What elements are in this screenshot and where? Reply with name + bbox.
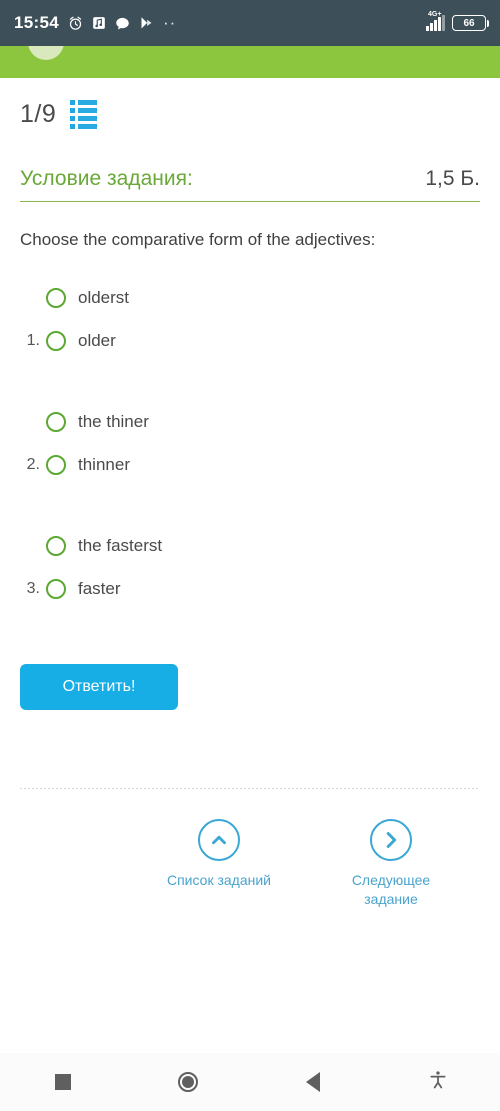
submit-answer-button[interactable]: Ответить!	[20, 664, 178, 710]
radio-button[interactable]	[46, 454, 66, 475]
question-text: Choose the comparative form of the adjec…	[20, 230, 376, 249]
accessibility-icon	[428, 1069, 448, 1096]
option-number: 1.	[26, 331, 40, 349]
chevron-up-circle-icon	[198, 819, 240, 861]
radio-button[interactable]	[46, 287, 66, 308]
option-label: faster	[78, 578, 121, 598]
option-number: 2.	[26, 455, 40, 473]
task-title: Условие задания:	[20, 167, 193, 190]
home-button[interactable]	[125, 1072, 250, 1092]
play-icon	[139, 16, 154, 31]
option-row[interactable]: the thiner	[20, 400, 480, 443]
avatar[interactable]	[28, 46, 64, 60]
option-label: the thiner	[78, 411, 149, 431]
status-bar: 15:54 ·· 4G+ 66	[0, 0, 500, 46]
radio-button[interactable]	[46, 330, 66, 351]
clock-time: 15:54	[14, 13, 59, 32]
recents-square-icon	[54, 1074, 71, 1090]
back-triangle-icon	[305, 1072, 320, 1092]
status-bar-right: 4G+ 66	[426, 11, 489, 31]
page-indicator: 1/9	[20, 100, 57, 128]
recents-button[interactable]	[0, 1074, 125, 1090]
radio-button[interactable]	[46, 411, 66, 432]
main-content: 1/9 Условие задания: 1,5 Б. Choose the c…	[0, 78, 500, 909]
option-row[interactable]: olderst	[20, 276, 480, 319]
status-bar-left: 15:54 ··	[14, 13, 176, 33]
option-group: the fasterst 3. faster	[20, 524, 480, 610]
task-header: Условие задания: 1,5 Б.	[20, 167, 480, 202]
option-group: the thiner 2. thinner	[20, 400, 480, 486]
note-icon	[92, 16, 106, 30]
more-dots-icon: ··	[162, 13, 177, 32]
back-button[interactable]	[250, 1072, 375, 1092]
option-row[interactable]: 1. older	[20, 319, 480, 362]
android-navigation-bar	[0, 1053, 500, 1111]
option-label: thinner	[78, 454, 130, 474]
task-points: 1,5 Б.	[425, 167, 480, 190]
battery-level-label: 66	[463, 17, 475, 29]
message-icon	[115, 16, 130, 31]
option-label: olderst	[78, 287, 130, 307]
option-group: olderst 1. older	[20, 276, 480, 362]
next-task-link[interactable]: Следующее задание	[326, 819, 456, 909]
radio-button[interactable]	[46, 578, 66, 599]
task-list-label: Список заданий	[166, 872, 271, 888]
battery-indicator: 66	[452, 15, 489, 31]
option-label: the fasterst	[78, 535, 163, 555]
task-list-icon[interactable]	[70, 100, 98, 129]
task-pager: 1/9	[20, 100, 480, 129]
alarm-icon	[68, 16, 83, 31]
option-row[interactable]: the fasterst	[20, 524, 480, 567]
options-container: olderst 1. older the thiner 2. thinner t…	[20, 276, 480, 610]
accessibility-button[interactable]	[375, 1069, 500, 1096]
task-list-link[interactable]: Список заданий	[154, 819, 284, 909]
signal-strength-icon: 4G+	[426, 11, 445, 31]
option-number: 3.	[26, 579, 40, 597]
option-row[interactable]: 2. thinner	[20, 443, 480, 486]
brand-bar	[0, 46, 500, 78]
option-label: older	[78, 330, 116, 350]
home-circle-icon	[177, 1072, 198, 1092]
network-type-label: 4G+	[428, 11, 442, 18]
page-navigation: Список заданий Следующее задание	[20, 789, 480, 909]
option-row[interactable]: 3. faster	[20, 567, 480, 610]
next-task-label: Следующее задание	[351, 872, 431, 907]
chevron-right-circle-icon	[370, 819, 412, 861]
radio-button[interactable]	[46, 535, 66, 556]
phone-screen: 15:54 ·· 4G+ 66 1/9 Условие задания: 1,5…	[0, 0, 500, 1111]
